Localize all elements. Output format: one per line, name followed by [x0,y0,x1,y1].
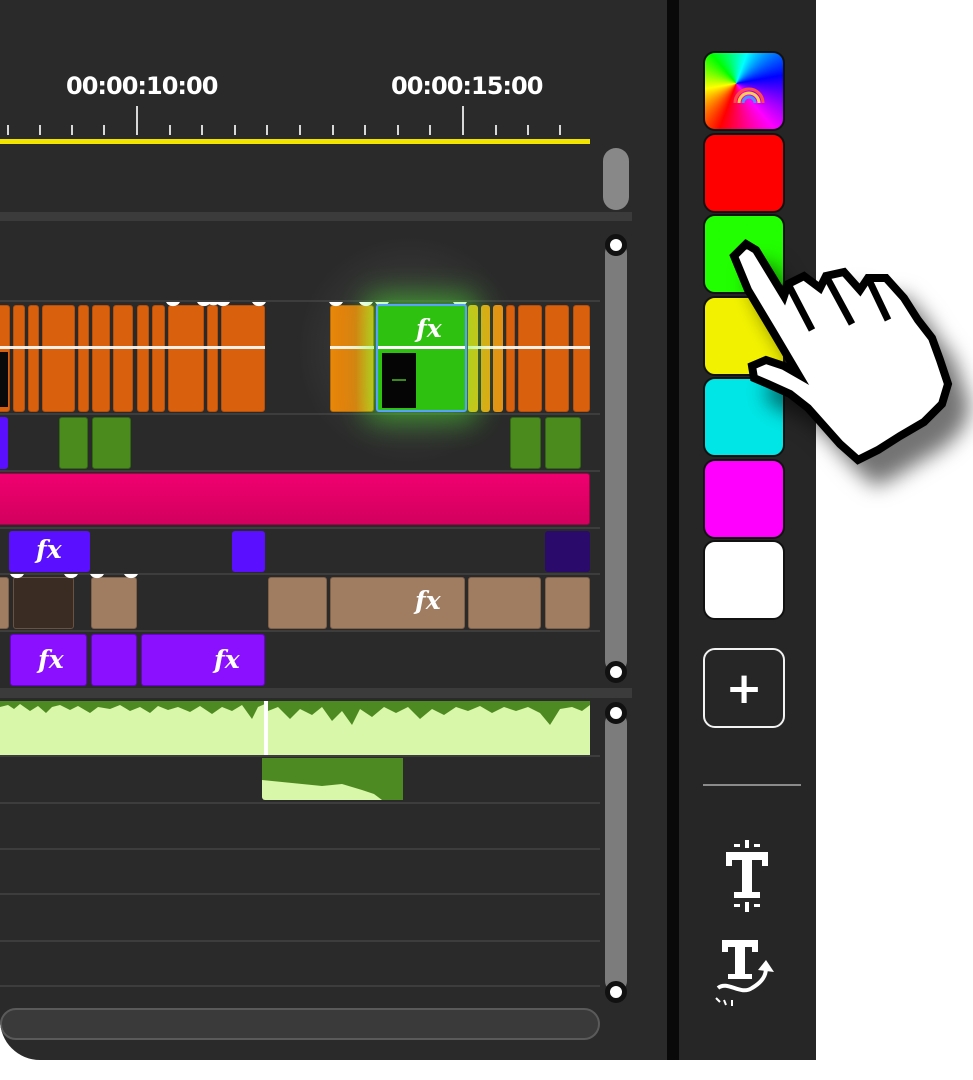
video-clip[interactable] [168,305,204,412]
media-clip[interactable] [545,577,590,629]
hand-pointer-icon [729,238,953,465]
audio-tracks-scrollbar[interactable] [605,712,627,992]
fx-badge: fx [416,314,442,343]
video-clip[interactable] [545,305,569,412]
video-clip[interactable] [42,305,75,412]
white-swatch[interactable] [703,540,785,620]
video-clip[interactable] [481,305,490,412]
red-swatch[interactable] [703,133,785,213]
track-line [0,893,600,895]
video-clip[interactable] [92,305,110,412]
fx-badge: fx [38,645,64,674]
transition-markers[interactable] [0,572,140,588]
time-ruler[interactable] [0,100,600,140]
fx-clip[interactable]: fx [10,634,87,686]
track-line [0,755,600,757]
fx-badge: fx [214,645,240,674]
scroll-handle-bottom[interactable] [605,981,627,1003]
video-clip[interactable] [13,305,25,412]
overlay-clip[interactable] [59,417,88,469]
clip-thumbnail [382,353,416,408]
overlay-clip[interactable] [510,417,541,469]
timecode-label-10s: 00:00:10:00 [66,72,218,100]
clip-divider-line [0,346,265,349]
section-separator [0,212,632,221]
clip-divider-line [330,346,374,349]
fx-clip[interactable] [232,531,265,572]
track-line [0,848,600,850]
magenta-swatch[interactable] [703,459,785,539]
video-clip[interactable] [137,305,149,412]
scroll-handle-top[interactable] [605,234,627,256]
title-track-clip[interactable] [0,473,590,525]
media-clip[interactable] [468,577,541,629]
overlay-clip[interactable] [545,417,581,469]
video-clip[interactable] [28,305,39,412]
sidebar-separator [703,784,801,786]
video-clip[interactable] [207,305,218,412]
track-line [0,413,600,415]
track-line [0,470,600,472]
fx-badge: fx [415,586,441,615]
clip-thumbnail [0,352,8,407]
video-clip[interactable] [493,305,503,412]
video-clip[interactable] [573,305,590,412]
video-tracks-scrollbar[interactable] [605,242,627,672]
media-clip[interactable] [268,577,327,629]
video-clip[interactable] [113,305,133,412]
clip-divider-line [378,346,465,349]
video-clip[interactable] [78,305,89,412]
top-scroll-thumb[interactable] [603,148,629,210]
selected-fx-clip[interactable]: fx [376,304,467,412]
work-area-bar[interactable] [0,139,590,144]
transition-markers[interactable] [160,300,270,316]
fx-clip[interactable] [545,531,590,572]
video-clip[interactable] [330,305,374,412]
text-split-icon[interactable] [722,840,772,916]
timecode-label-15s: 00:00:15:00 [391,72,543,100]
section-separator [0,688,632,698]
audio-clip[interactable] [262,758,403,800]
track-line [0,630,600,632]
track-line [0,985,600,987]
track-line [0,527,600,529]
track-line [0,802,600,804]
video-clip[interactable] [152,305,165,412]
effect-clip[interactable] [0,417,8,469]
video-clip[interactable] [506,305,515,412]
scroll-handle-top[interactable] [605,702,627,724]
video-clip[interactable] [518,305,542,412]
rainbow-icon [733,87,765,104]
audio-waveform-clip[interactable] [0,701,590,755]
fx-clip[interactable]: fx [9,531,90,572]
horizontal-scrollbar[interactable] [0,1008,600,1040]
fx-clip[interactable] [91,634,137,686]
track-line [0,940,600,942]
text-animate-icon[interactable] [712,936,778,1008]
video-clip[interactable] [468,305,478,412]
overlay-clip[interactable] [92,417,131,469]
video-clip[interactable] [221,305,265,412]
scroll-handle-bottom[interactable] [605,661,627,683]
fx-badge: fx [36,535,62,564]
add-color-button[interactable]: + [703,648,785,728]
fx-clip[interactable]: fx [141,634,265,686]
fx-media-clip[interactable]: fx [330,577,465,629]
panel-divider [667,0,679,1060]
clip-divider-line [468,346,590,349]
rainbow-swatch[interactable] [703,51,785,131]
